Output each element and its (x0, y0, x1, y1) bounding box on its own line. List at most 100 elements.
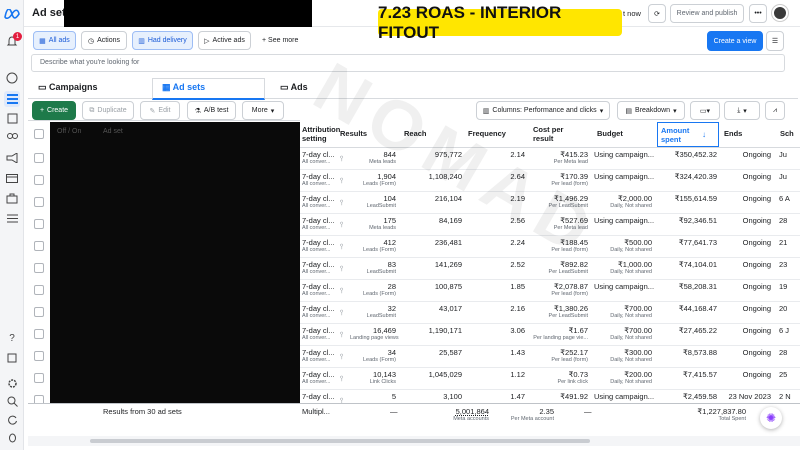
sparkline-icon: ⫯ (340, 308, 344, 317)
ends-header[interactable]: Ends (724, 129, 742, 138)
avatar[interactable] (772, 5, 788, 21)
budget-header[interactable]: Budget (597, 129, 623, 138)
tab-ads[interactable]: ▭ Ads (280, 82, 308, 93)
create-button[interactable]: + Create (32, 101, 76, 120)
flask-icon: ⚗ (194, 107, 201, 115)
all-ads-filter[interactable]: ▦ All ads (33, 31, 76, 50)
select-all-checkbox[interactable] (34, 129, 44, 139)
campaigns-grid-icon[interactable] (4, 91, 20, 107)
left-nav-rail: 1 ? (0, 0, 24, 450)
table-row[interactable]: 7-day cl... All conver... ⫯ 16,469 Landing p… (300, 324, 800, 346)
cost-cell: ₹892.82 Per LeadSubmit (530, 260, 588, 276)
play-icon: ▷ (204, 37, 210, 45)
columns-dropdown[interactable]: ▥ Columns: Performance and clicks ▾ (476, 101, 610, 120)
pages-icon[interactable] (4, 110, 20, 126)
results-value: 16,469 (373, 326, 396, 335)
assistant-sparkle-icon[interactable]: ✺ (760, 407, 782, 429)
sliders-icon: ☰ (771, 38, 779, 45)
cost-sub: Per LeadSubmit (548, 203, 588, 209)
table-row[interactable]: 7-day cl... All conver... ⫯ 104 LeadSubmit 21… (300, 192, 800, 214)
cost-sub: Per LeadSubmit (548, 269, 588, 275)
menu-icon[interactable] (4, 210, 20, 226)
frequency-cell: 1.12 (510, 370, 525, 379)
refresh-icon[interactable] (4, 411, 20, 427)
more-options-button[interactable]: ••• (749, 4, 767, 23)
table-row[interactable]: 7-day cl... All conver... ⫯ 1,904 Leads (For… (300, 170, 800, 192)
business-tools-icon[interactable] (4, 190, 20, 206)
frequency-header[interactable]: Frequency (468, 129, 506, 138)
table-row[interactable]: 7-day cl... All conver... ⫯ 28 Leads (Form) 1… (300, 280, 800, 302)
edit-button[interactable]: ✎ Edit (140, 101, 180, 120)
row-checkbox[interactable] (34, 329, 44, 339)
create-view-button[interactable]: Create a view (707, 31, 763, 51)
table-row[interactable]: 7-day cl... All conver... ⫯ 844 Meta leads 97… (300, 148, 800, 170)
review-publish-button[interactable]: Review and publish (670, 4, 744, 23)
notifications-icon[interactable]: 1 (4, 32, 22, 50)
search-icon[interactable] (4, 393, 20, 409)
see-more-link[interactable]: + See more (262, 37, 298, 44)
breakdown-dropdown[interactable]: ▤ Breakdown ▾ (617, 101, 685, 120)
table-row[interactable]: 7-day cl... All conver... ⫯ 10,143 Link Clic… (300, 368, 800, 390)
row-checkbox[interactable] (34, 373, 44, 383)
tab-adsets-text: Ad sets (172, 82, 206, 92)
results-sub: Leads (Form) (362, 291, 396, 297)
settings-gear-icon[interactable] (4, 375, 20, 391)
row-checkbox[interactable] (34, 197, 44, 207)
amount-cell: ₹74,104.01 (678, 260, 717, 269)
frequency-cell: 1.43 (510, 348, 525, 357)
results-cell: 34 Leads (Form) (350, 348, 396, 364)
table-row[interactable]: 7-day cl... All conver... ⫯ 83 LeadSubmit 141… (300, 258, 800, 280)
row-checkbox[interactable] (34, 175, 44, 185)
table-row[interactable]: 7-day cl... All conver... ⫯ 412 Leads (Form)… (300, 236, 800, 258)
audiences-icon[interactable] (4, 129, 20, 145)
table-row[interactable]: 7-day cl... All conver... ⫯ 34 Leads (Form) 2… (300, 346, 800, 368)
duplicate-button[interactable]: ⧉ Duplicate (82, 101, 134, 120)
tab-campaigns[interactable]: ▭ Campaigns (38, 82, 98, 93)
offon-header[interactable]: Off / On (57, 128, 81, 135)
reports-button[interactable]: ▭▾ (690, 101, 720, 120)
results-header[interactable]: Results (340, 129, 367, 138)
actions-filter[interactable]: ◷ Actions (81, 31, 127, 50)
active-ads-filter[interactable]: ▷ Active ads (198, 31, 251, 50)
search-input[interactable]: Describe what you're looking for (31, 54, 785, 72)
reach-header[interactable]: Reach (404, 129, 427, 138)
horizontal-scrollbar[interactable] (90, 439, 590, 443)
attribution-sub: All conver... (302, 335, 331, 341)
row-checkbox[interactable] (34, 351, 44, 361)
chart-toggle-button[interactable]: ⩘ (765, 101, 785, 120)
help-icon[interactable]: ? (4, 330, 20, 346)
table-row[interactable]: 7-day cl... All conver... ⫯ 32 LeadSubmit 43,… (300, 302, 800, 324)
table-row[interactable]: 7-day cl... All conver... ⫯ 175 Meta leads 84… (300, 214, 800, 236)
budget-value: ₹200.00 (624, 370, 652, 379)
account-overview-icon[interactable] (4, 70, 20, 86)
billing-card-icon[interactable] (4, 170, 20, 186)
row-checkbox[interactable] (34, 219, 44, 229)
adset-header[interactable]: Ad set (103, 128, 123, 135)
had-delivery-filter[interactable]: ▥ Had delivery (132, 31, 193, 50)
row-checkbox[interactable] (34, 307, 44, 317)
budget-cell: ₹300.00 Daily, Not shared (594, 348, 652, 364)
attribution-header[interactable]: Attribution setting (302, 125, 340, 143)
row-checkbox[interactable] (34, 285, 44, 295)
budget-sub: Daily, Not shared (610, 203, 652, 209)
redacted-breadcrumb (64, 0, 312, 27)
more-dropdown[interactable]: More ▾ (242, 101, 284, 120)
row-checkbox[interactable] (34, 153, 44, 163)
summary-amount-sub: Total Spent (718, 416, 746, 422)
megaphone-icon[interactable] (4, 150, 20, 166)
refresh-button[interactable]: ⟳ (648, 4, 666, 23)
report-icon[interactable] (4, 350, 20, 366)
export-button[interactable]: ⤓ ▾ (724, 101, 760, 120)
download-icon: ⤓ (737, 106, 741, 114)
amount-spent-header-box[interactable]: Amount spent ↓ (657, 122, 719, 147)
meta-logo-icon[interactable] (4, 6, 20, 22)
row-checkbox[interactable] (34, 263, 44, 273)
schedule-header[interactable]: Sch (780, 129, 794, 138)
filter-settings-button[interactable]: ☰ (766, 31, 784, 51)
cost-header[interactable]: Cost per result (533, 125, 569, 143)
bug-report-icon[interactable] (4, 429, 20, 445)
ends-cell: Ongoing (742, 326, 771, 335)
row-checkbox[interactable] (34, 241, 44, 251)
ab-test-button[interactable]: ⚗ A/B test (187, 101, 236, 120)
results-cell: 5 (350, 392, 396, 401)
